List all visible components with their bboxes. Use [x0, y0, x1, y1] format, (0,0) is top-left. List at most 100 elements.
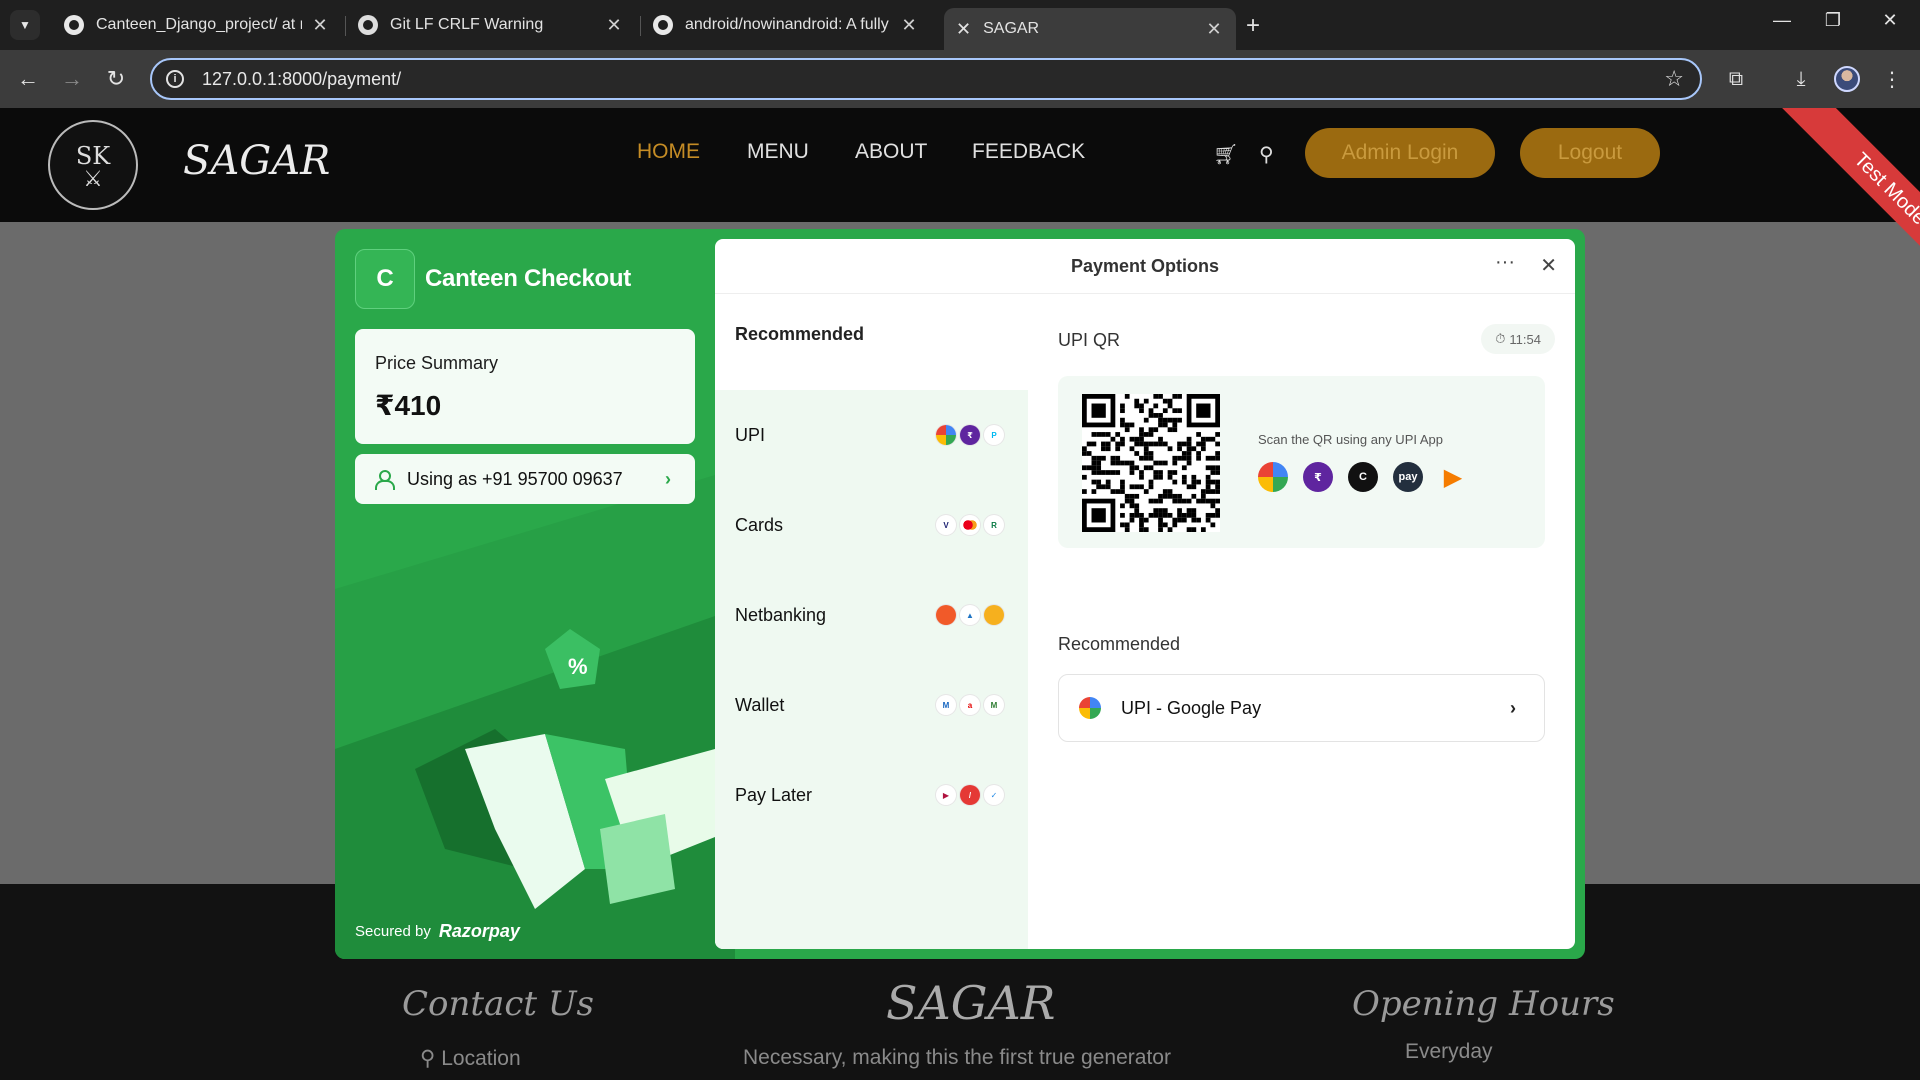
nav-about[interactable]: ABOUT: [855, 140, 927, 164]
github-icon: [64, 15, 84, 35]
secured-by: Secured by Razorpay: [355, 921, 520, 942]
new-tab-button[interactable]: +: [1246, 12, 1260, 40]
forward-button[interactable]: →: [56, 63, 88, 95]
footer-brand: SAGAR: [886, 976, 1056, 1030]
admin-login-button[interactable]: Admin Login: [1305, 128, 1495, 178]
url-input[interactable]: [202, 68, 1582, 90]
test-mode-ribbon: Test Mode: [1770, 108, 1920, 309]
price-summary-label: Price Summary: [375, 353, 499, 373]
sagar-favicon: ✕: [956, 18, 972, 39]
reload-button[interactable]: ↻: [100, 63, 132, 95]
qr-hint: Scan the QR using any UPI App: [1258, 432, 1443, 447]
gpay-icon: [1258, 462, 1288, 492]
browser-tab[interactable]: Canteen_Django_project/ at ma ✕: [52, 8, 342, 42]
visa-icon: V: [936, 515, 956, 535]
method-netbanking[interactable]: Netbanking ▲: [715, 570, 1028, 660]
phonepe-icon: ₹: [960, 425, 980, 445]
window-close-button[interactable]: ✕: [1870, 10, 1910, 31]
search-icon[interactable]: ⚲: [1259, 142, 1274, 167]
cred-icon: C: [1348, 462, 1378, 492]
footer-everyday: Everyday: [1405, 1040, 1493, 1063]
recommended-upi-google-pay[interactable]: UPI - Google Pay ›: [1058, 674, 1545, 742]
mobikwik-icon: M: [936, 695, 956, 715]
restore-button[interactable]: ❐: [1813, 10, 1853, 31]
nav-home[interactable]: HOME: [637, 140, 700, 164]
method-label: Pay Later: [735, 784, 813, 805]
address-bar[interactable]: i ☆: [150, 58, 1702, 100]
chevron-right-icon: ›: [1510, 697, 1516, 718]
user-contact-row[interactable]: Using as +91 95700 09637 ›: [355, 454, 695, 504]
merchant-logo: C: [355, 249, 415, 309]
site-header: SK ⚔ SAGAR HOME MENU ABOUT FEEDBACK 🛒︎ ⚲…: [0, 108, 1920, 309]
method-label: Netbanking: [735, 604, 827, 625]
method-pay-later[interactable]: Pay Later ▶ / ✓: [715, 750, 1028, 840]
user-contact-text: Using as +91 95700 09637: [407, 468, 623, 489]
payment-methods: Recommended UPI ₹ P Cards V R Netbanking…: [715, 294, 1028, 949]
bookmark-star-icon[interactable]: ☆: [1664, 66, 1684, 92]
cart-icon[interactable]: 🛒︎: [1213, 142, 1238, 167]
logout-button[interactable]: Logout: [1520, 128, 1660, 178]
paylater-icon: /: [960, 785, 980, 805]
svg-text:%: %: [568, 654, 588, 679]
method-logos: M a M: [932, 695, 1004, 715]
razorpay-logo: Razorpay: [438, 921, 520, 941]
browser-tab-bar: ▼ Canteen_Django_project/ at ma ✕ Git LF…: [0, 0, 1920, 50]
downloads-button[interactable]: ⤓: [1785, 63, 1817, 95]
more-options-icon[interactable]: ···: [1495, 251, 1515, 274]
gpay-icon: [936, 425, 956, 445]
close-icon[interactable]: ✕: [310, 15, 330, 36]
timer-icon: ⏱: [1495, 331, 1506, 346]
footer-contact-title: Contact Us: [402, 984, 594, 1024]
arrow-right-icon: →: [61, 66, 83, 91]
profile-avatar[interactable]: [1834, 66, 1860, 92]
rupay-icon: R: [984, 515, 1004, 535]
chevron-right-icon: ›: [665, 468, 671, 489]
nav-menu[interactable]: MENU: [747, 140, 809, 164]
reload-icon: ↻: [106, 66, 126, 91]
close-icon[interactable]: ✕: [1204, 19, 1224, 40]
payment-options-panel: Payment Options ··· ✕ Recommended UPI ₹ …: [715, 239, 1575, 949]
footer-location-label: Location: [441, 1047, 521, 1070]
method-upi[interactable]: UPI ₹ P: [715, 390, 1028, 480]
tab-title: SAGAR: [983, 20, 1040, 37]
footer-hours-title: Opening Hours: [1352, 984, 1615, 1024]
tab-title: android/nowinandroid: A fully f: [685, 16, 891, 33]
plus-icon: +: [1246, 12, 1261, 39]
nav-feedback[interactable]: FEEDBACK: [972, 140, 1085, 164]
back-button[interactable]: ←: [12, 63, 44, 95]
download-icon: ⤓: [1796, 67, 1806, 90]
site-logo[interactable]: SK ⚔: [48, 120, 138, 210]
qr-timer-value: 11:54: [1509, 331, 1541, 347]
footer-location[interactable]: ⚲ Location: [420, 1046, 521, 1071]
user-icon: [375, 470, 395, 490]
extensions-button[interactable]: ⧉: [1720, 63, 1752, 95]
chatgpt-icon: [358, 15, 378, 35]
minimize-button[interactable]: —: [1762, 10, 1802, 31]
method-wallet[interactable]: Wallet M a M: [715, 660, 1028, 750]
site-brand[interactable]: SAGAR: [183, 138, 330, 184]
qr-timer: ⏱ 11:54: [1481, 324, 1555, 354]
browser-tab[interactable]: Git LF CRLF Warning ✕: [346, 8, 636, 42]
method-logos: ₹ P: [932, 425, 1004, 445]
secured-by-label: Secured by: [355, 923, 431, 940]
method-label: UPI: [735, 424, 766, 445]
methods-list: UPI ₹ P Cards V R Netbanking ▲ Wallet M …: [715, 390, 1028, 949]
tab-search-button[interactable]: ▼: [10, 10, 40, 40]
browser-tab-active[interactable]: ✕ SAGAR ✕: [944, 8, 1236, 50]
method-label: Wallet: [735, 694, 785, 715]
price-summary-card: Price Summary ₹410: [355, 329, 695, 444]
browser-menu-button[interactable]: ⋮: [1876, 63, 1908, 95]
bank-icon: [984, 605, 1004, 625]
paylater-icon: ✓: [984, 785, 1004, 805]
site-info-icon[interactable]: i: [166, 70, 184, 88]
close-icon[interactable]: ✕: [604, 15, 624, 36]
close-icon[interactable]: ✕: [1540, 253, 1557, 278]
recommended-label: UPI - Google Pay: [1121, 697, 1262, 718]
method-cards[interactable]: Cards V R: [715, 480, 1028, 570]
paylater-icon: ▶: [936, 785, 956, 805]
qr-code[interactable]: [1082, 394, 1220, 532]
bank-icon: [936, 605, 956, 625]
browser-tab[interactable]: android/nowinandroid: A fully f ✕: [641, 8, 931, 42]
paytm-icon: P: [984, 425, 1004, 445]
close-icon[interactable]: ✕: [899, 15, 919, 36]
